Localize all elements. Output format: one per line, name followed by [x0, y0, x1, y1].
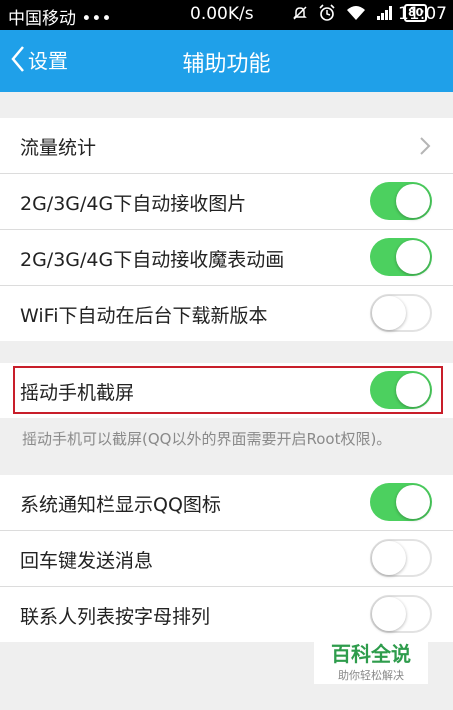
- carrier-label: 中国移动 •••: [8, 9, 112, 29]
- row-label: 2G/3G/4G下自动接收图片: [20, 193, 247, 215]
- row-label: 联系人列表按字母排列: [20, 606, 211, 628]
- chevron-right-icon: [420, 137, 431, 155]
- signal-icon: [377, 6, 392, 20]
- row-label: 系统通知栏显示QQ图标: [20, 494, 221, 516]
- page-title: 辅助功能: [182, 52, 271, 77]
- toggle-knob: [396, 485, 430, 519]
- wifi-auto-update-toggle[interactable]: [370, 294, 432, 332]
- watermark-subtitle: 助你轻松解决: [338, 669, 404, 682]
- network-speed: 0.00K/s: [190, 4, 254, 24]
- toggle-knob: [372, 296, 406, 330]
- toggle-knob: [372, 597, 406, 631]
- toggle-knob: [372, 541, 406, 575]
- contacts-alphabetical-toggle[interactable]: [370, 595, 432, 633]
- shake-screenshot-toggle[interactable]: [370, 371, 432, 409]
- enter-to-send-row: 回车键发送消息: [0, 531, 453, 587]
- alarm-icon: [319, 4, 335, 21]
- shake-screenshot-row: 摇动手机截屏: [0, 363, 453, 418]
- auto-receive-images-toggle[interactable]: [370, 182, 432, 220]
- watermark-title: 百科全说: [331, 642, 411, 666]
- watermark-logo: 百科全说 助你轻松解决: [314, 636, 428, 684]
- toggle-knob: [396, 184, 430, 218]
- toggle-knob: [396, 373, 430, 407]
- clock: 11:07: [398, 4, 447, 24]
- row-label: 摇动手机截屏: [20, 382, 135, 404]
- settings-group-1: 流量统计 2G/3G/4G下自动接收图片 2G/3G/4G下自动接收魔表动画 W…: [0, 118, 453, 341]
- row-label: 2G/3G/4G下自动接收魔表动画: [20, 249, 285, 271]
- row-label: WiFi下自动在后台下载新版本: [20, 305, 268, 327]
- settings-group-3: 系统通知栏显示QQ图标 回车键发送消息 联系人列表按字母排列: [0, 475, 453, 642]
- auto-receive-animation-toggle[interactable]: [370, 238, 432, 276]
- notification-qq-icon-toggle[interactable]: [370, 483, 432, 521]
- shake-screenshot-note: 摇动手机可以截屏(QQ以外的界面需要开启Root权限)。: [22, 430, 392, 448]
- wifi-icon: [347, 6, 365, 20]
- wifi-auto-update-row: WiFi下自动在后台下载新版本: [0, 286, 453, 341]
- row-label: 回车键发送消息: [20, 550, 154, 572]
- notification-muted-icon: [293, 6, 307, 20]
- enter-to-send-toggle[interactable]: [370, 539, 432, 577]
- auto-receive-images-row: 2G/3G/4G下自动接收图片: [0, 174, 453, 230]
- status-bar: 中国移动 ••• 0.00K/s 80 11:07: [0, 0, 453, 30]
- toggle-knob: [396, 240, 430, 274]
- auto-receive-animation-row: 2G/3G/4G下自动接收魔表动画: [0, 230, 453, 286]
- contacts-alphabetical-row: 联系人列表按字母排列: [0, 587, 453, 642]
- row-label: 流量统计: [20, 137, 97, 159]
- settings-group-2: 摇动手机截屏: [0, 363, 453, 418]
- title-bar: 设置 辅助功能: [0, 30, 453, 92]
- traffic-stats-row[interactable]: 流量统计: [0, 118, 453, 174]
- notification-qq-icon-row: 系统通知栏显示QQ图标: [0, 475, 453, 531]
